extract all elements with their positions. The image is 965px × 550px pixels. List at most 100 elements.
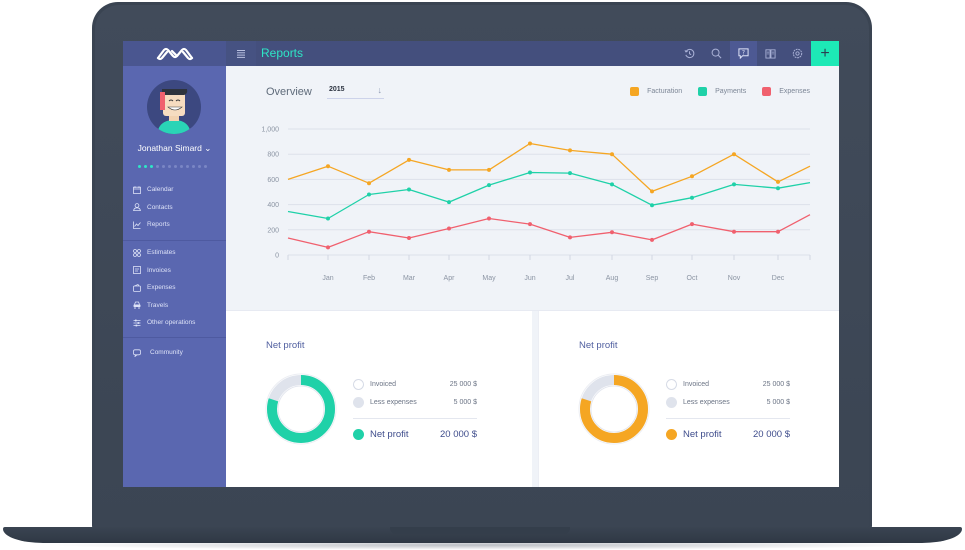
- sidebar-item-label: Invoices: [147, 266, 171, 274]
- line-chart: 0 200 400 600 800 1,000 Jan Feb Mar Apr May Jun Jul A…: [261, 127, 811, 282]
- nav-divider: [123, 240, 226, 241]
- data-point-payments: [690, 195, 694, 200]
- data-point-expenses: [776, 229, 780, 234]
- topbar-actions: ? +: [676, 41, 839, 66]
- data-point-expenses: [610, 230, 614, 235]
- data-point-expenses: [447, 226, 451, 231]
- net-profit-panel: Net profit Invoiced 25 000 $ Less expens…: [539, 311, 839, 487]
- series-line-expenses: [287, 214, 811, 249]
- row-less-expenses: Less expenses 5 000 $: [666, 394, 790, 412]
- invoiced-bullet: [666, 379, 677, 391]
- data-point-expenses: [487, 216, 491, 221]
- data-point-facturation: [690, 174, 694, 179]
- row-value: 5 000 $: [453, 398, 477, 406]
- sidebar-item-label: Calendar: [147, 186, 174, 194]
- settings-icon: [792, 48, 803, 59]
- row-net-profit: Net profit 20 000 $: [666, 425, 790, 443]
- invoices-icon: [133, 266, 141, 275]
- donut-chart: [578, 373, 650, 445]
- progress-dot: [168, 165, 171, 168]
- progress-dot: [180, 165, 183, 168]
- sidebar-item-travels[interactable]: Travels: [123, 297, 226, 315]
- row-invoiced: Invoiced 25 000 $: [666, 376, 790, 394]
- sidebar-item-other-operations[interactable]: Other operations: [123, 314, 226, 332]
- row-label: Less expenses: [683, 398, 730, 406]
- donut-inner-ring: [277, 385, 325, 433]
- search-button[interactable]: [703, 41, 730, 66]
- sidebar-item-invoices[interactable]: Invoices: [123, 262, 226, 280]
- docs-button[interactable]: [757, 41, 784, 66]
- row-value: 25 000 $: [449, 381, 477, 389]
- hamburger-menu-button[interactable]: [226, 41, 256, 66]
- estimates-icon: [133, 248, 141, 257]
- expenses-bullet: [353, 396, 364, 408]
- expenses-icon: [133, 283, 141, 292]
- history-button[interactable]: [676, 41, 703, 66]
- expenses-bullet: [666, 396, 677, 408]
- avatar[interactable]: [147, 80, 201, 134]
- user-menu-toggle[interactable]: Jonathan Simard ⌄: [123, 143, 226, 154]
- book-icon: [765, 49, 776, 59]
- sidebar-item-contacts[interactable]: Contacts: [123, 199, 226, 217]
- row-less-expenses: Less expenses 5 000 $: [353, 394, 477, 412]
- contacts-icon: [133, 203, 141, 212]
- panel-title: Net profit: [266, 340, 305, 351]
- x-tick-label: Jun: [524, 275, 535, 282]
- data-point-payments: [367, 192, 371, 197]
- series-line-facturation: [287, 142, 811, 193]
- net-profit-breakdown: Invoiced 25 000 $ Less expenses 5 000 $ …: [666, 376, 790, 443]
- sidebar: Jonathan Simard ⌄ Calendar Contacts Repo…: [123, 66, 226, 487]
- data-point-facturation: [650, 189, 654, 194]
- x-tick-label: Jan: [322, 275, 333, 282]
- sidebar-item-label: Contacts: [147, 203, 173, 211]
- total-value: 20 000 $: [440, 428, 477, 440]
- row-net-profit: Net profit 20 000 $: [353, 425, 477, 443]
- x-tick-label: Feb: [363, 275, 375, 282]
- x-tick-label: Apr: [444, 275, 456, 282]
- row-label: Invoiced: [683, 381, 710, 389]
- progress-dot: [174, 165, 177, 168]
- data-point-payments: [447, 200, 451, 205]
- logo-icon: [156, 47, 193, 60]
- data-point-expenses: [528, 222, 532, 227]
- total-label: Net profit: [370, 428, 409, 440]
- sidebar-item-reports[interactable]: Reports: [123, 216, 226, 234]
- data-point-expenses: [367, 229, 371, 234]
- sidebar-item-calendar[interactable]: Calendar: [123, 181, 226, 199]
- progress-dot: [192, 165, 195, 168]
- sidebar-item-community[interactable]: Community: [123, 344, 226, 362]
- row-value: 5 000 $: [766, 398, 790, 406]
- data-point-payments: [776, 186, 780, 191]
- sidebar-item-label: Community: [150, 349, 183, 357]
- sidebar-item-label: Estimates: [147, 249, 176, 257]
- data-point-expenses: [407, 236, 411, 240]
- data-point-facturation: [732, 152, 736, 157]
- data-point-expenses: [326, 245, 330, 250]
- settings-button[interactable]: [784, 41, 811, 66]
- data-point-payments: [326, 216, 330, 221]
- row-label: Less expenses: [370, 398, 417, 406]
- travels-icon: [133, 301, 141, 310]
- progress-dot: [150, 165, 153, 168]
- total-value: 20 000 $: [753, 428, 790, 440]
- data-point-facturation: [326, 164, 330, 169]
- add-button[interactable]: +: [811, 41, 839, 66]
- x-tick-label: Sep: [646, 275, 659, 282]
- top-bar: Reports ? +: [123, 41, 839, 66]
- data-point-facturation: [487, 167, 491, 172]
- overview-section: Overview 2015 ↓ Facturation Payments Exp…: [226, 66, 839, 310]
- data-point-payments: [407, 187, 411, 192]
- brand-logo[interactable]: [123, 41, 226, 66]
- user-name: Jonathan Simard: [137, 143, 202, 153]
- sidebar-item-label: Reports: [147, 221, 170, 229]
- y-tick-label: 0: [275, 253, 279, 260]
- data-point-payments: [732, 182, 736, 187]
- progress-dot: [186, 165, 189, 168]
- sidebar-item-expenses[interactable]: Expenses: [123, 279, 226, 297]
- nav-group-main: Calendar Contacts Reports: [123, 181, 226, 234]
- help-button[interactable]: ?: [730, 41, 757, 66]
- progress-dot: [144, 165, 147, 168]
- y-tick-label: 400: [267, 202, 279, 209]
- app-screen: Reports ? + Jonathan Simard ⌄ Calendar C…: [123, 41, 839, 487]
- sidebar-item-estimates[interactable]: Estimates: [123, 244, 226, 262]
